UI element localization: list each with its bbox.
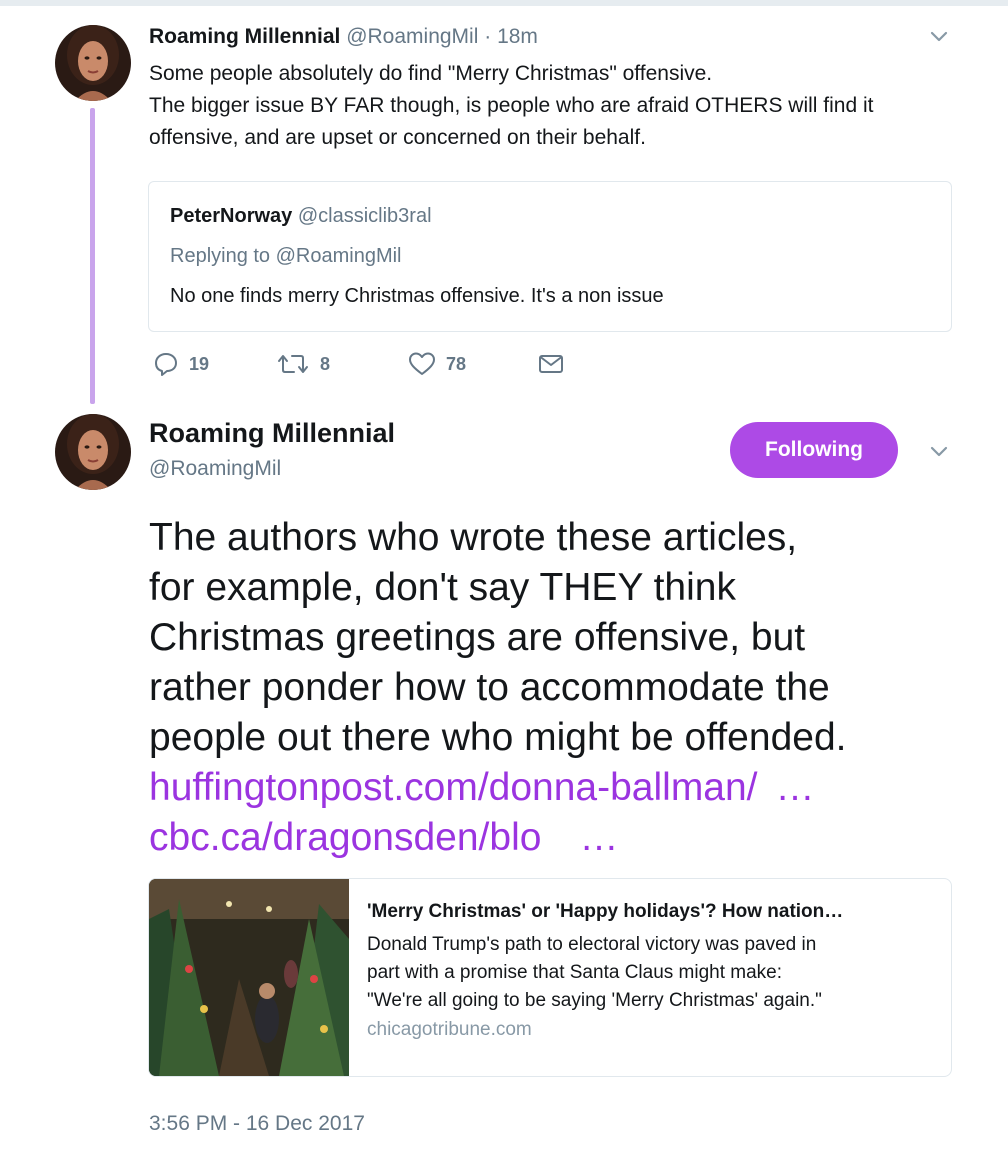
user-handle[interactable]: @RoamingMil (149, 457, 281, 481)
like-button[interactable]: 78 (408, 349, 466, 379)
retweet-icon (278, 355, 308, 373)
card-description-line: part with a promise that Santa Claus mig… (367, 962, 783, 983)
tweet-text-line: rather ponder how to accommodate the (149, 666, 830, 709)
quoted-display-name: PeterNorway (170, 205, 293, 227)
replying-to: Replying to @RoamingMil (170, 245, 402, 267)
tweet-text-line: Some people absolutely do find "Merry Ch… (149, 62, 713, 85)
card-body: 'Merry Christmas' or 'Happy holidays'? H… (367, 901, 937, 1041)
separator: · (484, 25, 492, 48)
tweet-text-line: The authors who wrote these articles, (149, 516, 798, 559)
tweet-header: Roaming Millennial @RoamingMil · 18m (149, 24, 538, 50)
retweet-button[interactable]: 8 (276, 349, 330, 379)
tweet-text: Some people absolutely do find "Merry Ch… (149, 58, 969, 154)
tweet-time[interactable]: 18m (497, 25, 538, 48)
tweet-text-line: people out there who might be offended. (149, 716, 847, 759)
following-button[interactable]: Following (730, 422, 898, 478)
link-text: huffingtonpost.com/donna-ballman/ (149, 766, 758, 809)
card-domain: chicagotribune.com (367, 1019, 532, 1040)
reply-icon (155, 353, 177, 376)
card-thumbnail-image (149, 879, 349, 1076)
link-ellipsis: … (775, 766, 815, 809)
tweet-text-line: for example, don't say THEY think (149, 566, 736, 609)
link-preview-card[interactable]: 'Merry Christmas' or 'Happy holidays'? H… (148, 878, 952, 1077)
quoted-header: PeterNorway @classiclib3ral (170, 205, 432, 228)
quoted-tweet[interactable]: PeterNorway @classiclib3ral Replying to … (148, 181, 952, 332)
quoted-text: No one finds merry Christmas offensive. … (170, 285, 664, 307)
direct-message-button[interactable] (538, 349, 564, 379)
display-name[interactable]: Roaming Millennial (149, 418, 395, 449)
like-count: 78 (446, 353, 467, 374)
envelope-icon (539, 355, 563, 373)
tweet-text-line: offensive, and are upset or concerned on… (149, 126, 646, 149)
tweet-timestamp[interactable]: 3:56 PM - 16 Dec 2017 (149, 1112, 365, 1136)
thread-line (90, 108, 95, 404)
card-description-line: Donald Trump's path to electoral victory… (367, 934, 817, 955)
display-name[interactable]: Roaming Millennial (149, 25, 340, 48)
reply-count: 19 (189, 353, 210, 374)
top-divider (0, 0, 1008, 6)
card-description: Donald Trump's path to electoral victory… (367, 931, 937, 1015)
huffingtonpost-link[interactable]: huffingtonpost.com/donna-ballman/ … (149, 763, 989, 813)
link-ellipsis: … (579, 816, 619, 859)
reply-button[interactable]: 19 (153, 349, 209, 379)
retweet-count: 8 (320, 353, 331, 374)
chevron-down-icon[interactable] (929, 30, 949, 44)
avatar[interactable] (55, 414, 131, 490)
card-title: 'Merry Christmas' or 'Happy holidays'? H… (367, 901, 844, 922)
heart-icon (409, 352, 435, 375)
quoted-handle: @classiclib3ral (297, 205, 432, 227)
tweet-text: The authors who wrote these articles, fo… (149, 513, 989, 863)
user-handle[interactable]: @RoamingMil (346, 25, 478, 48)
tweet-text-line: The bigger issue BY FAR though, is peopl… (149, 94, 874, 117)
avatar[interactable] (55, 25, 131, 101)
tweet-text-line: Christmas greetings are offensive, but (149, 616, 806, 659)
chevron-down-icon[interactable] (929, 445, 949, 459)
link-text: cbc.ca/dragonsden/blo (149, 816, 542, 859)
card-description-line: "We're all going to be saying 'Merry Chr… (367, 990, 822, 1011)
cbc-link[interactable]: cbc.ca/dragonsden/blo … (149, 813, 989, 863)
